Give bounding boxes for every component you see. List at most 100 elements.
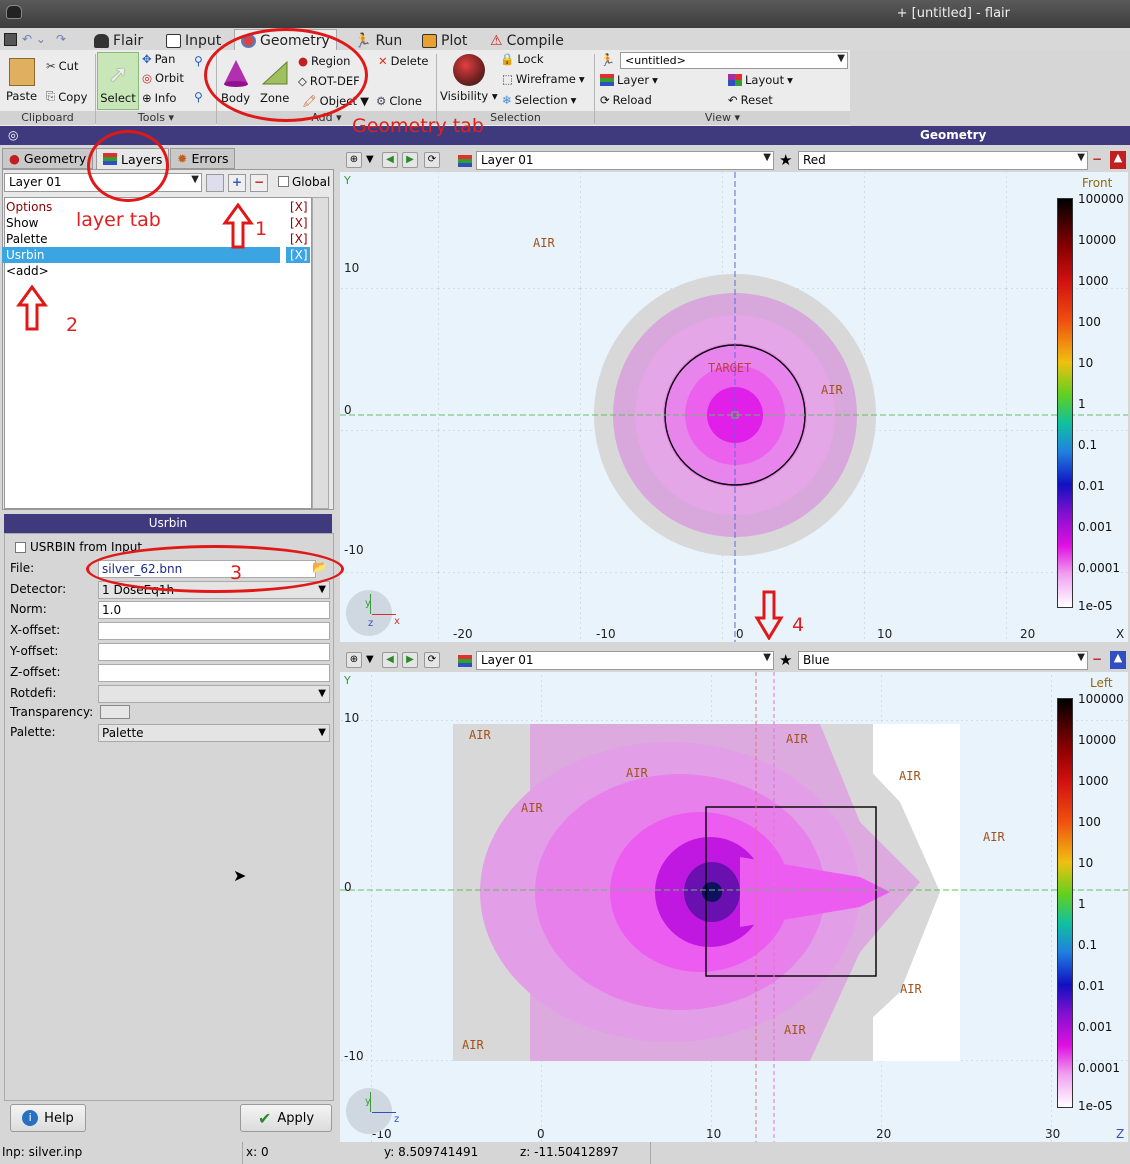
chevron-down-icon[interactable]: ▼	[366, 154, 374, 165]
orbit-icon: ◎	[142, 71, 153, 85]
y-tick: 10	[344, 261, 360, 275]
tab-flair[interactable]: Flair	[88, 29, 149, 50]
layer-flag-usrbin[interactable]: [X]	[286, 247, 310, 263]
z-offset-field[interactable]	[98, 664, 330, 682]
global-checkbox[interactable]	[278, 176, 289, 187]
colorbar-label: 0.001	[1078, 520, 1113, 534]
mouse-cursor-icon: ➤	[233, 866, 247, 885]
view-mode-icon[interactable]: ⊕	[346, 152, 362, 168]
run-icon: 🏃	[354, 32, 372, 49]
selection-button[interactable]: ❄ Selection ▾	[502, 93, 576, 107]
help-button[interactable]: i Help	[10, 1104, 86, 1132]
layer-menu-button[interactable]: Layer ▾	[600, 73, 658, 87]
info-button[interactable]: ⊕ Info	[142, 91, 176, 105]
colorbar-label: 100000	[1078, 692, 1124, 706]
copy-icon: ⎘	[46, 89, 56, 103]
group-tools[interactable]: Tools ▾	[96, 111, 216, 125]
copy-button[interactable]: ⎘ Copy	[46, 89, 87, 104]
zoom-out-icon[interactable]: ⚲	[194, 90, 203, 104]
palette-select[interactable]: Palette ▼	[98, 724, 330, 742]
layer-list-scrollbar[interactable]	[312, 197, 329, 509]
chevron-down-icon: ▼	[318, 688, 326, 699]
air-label: AIR	[626, 766, 648, 780]
tab-run[interactable]: 🏃 Run	[348, 29, 408, 50]
norm-field[interactable]: 1.0	[98, 601, 330, 619]
cut-button[interactable]: ✂ Cut	[46, 59, 78, 73]
forward-icon[interactable]: ▶	[402, 152, 418, 168]
y-offset-field[interactable]	[98, 643, 330, 661]
add-layer-button[interactable]: +	[228, 174, 246, 192]
top-plot-svg	[340, 172, 1128, 642]
refresh-icon[interactable]: ⟳	[424, 652, 440, 668]
star-icon[interactable]: ★	[779, 651, 792, 669]
colorbar-label: 1e-05	[1078, 599, 1113, 613]
rotdefi-select[interactable]: ▼	[98, 685, 330, 703]
layout-menu-button[interactable]: Layout ▾	[728, 73, 793, 87]
save-icon[interactable]	[4, 33, 17, 46]
view-mode-icon[interactable]: ⊕	[346, 652, 362, 668]
delete-button[interactable]: ✕ Delete	[378, 54, 428, 68]
select-button[interactable]: ➚ Select	[97, 52, 139, 110]
layer-item-usrbin[interactable]: Usrbin	[2, 247, 280, 263]
air-label: AIR	[786, 732, 808, 746]
reset-button[interactable]: ↶ Reset	[728, 93, 773, 107]
tab-plot[interactable]: Plot	[416, 29, 473, 50]
annotation-number: 2	[66, 314, 79, 336]
bottom-viewport[interactable]: AIR AIR AIR AIR AIR AIR AIR AIR AIR Y 10…	[340, 672, 1128, 1142]
star-icon[interactable]: ★	[779, 151, 792, 169]
bottom-layer-select[interactable]: Layer 01 ▼	[476, 651, 774, 670]
top-color-select[interactable]: Red ▼	[798, 151, 1088, 170]
apply-button[interactable]: ✔ Apply	[240, 1104, 332, 1132]
layer-user-icon[interactable]	[206, 174, 224, 192]
triangle-up-icon[interactable]: ▲	[1110, 151, 1126, 169]
x-offset-field[interactable]	[98, 622, 330, 640]
colorbar-label: 0.01	[1078, 979, 1105, 993]
air-label: AIR	[983, 830, 1005, 844]
zoom-in-icon[interactable]: ⚲	[194, 54, 203, 68]
norm-label: Norm:	[10, 602, 47, 616]
dock-icon[interactable]: ◎	[8, 128, 18, 142]
undo-icon[interactable]: ↶ ⌄	[22, 32, 46, 46]
paste-button[interactable]: Paste	[6, 58, 37, 103]
tab-input[interactable]: Input	[160, 29, 227, 50]
x-tick: 10	[706, 1127, 722, 1141]
z-offset-label: Z-offset:	[10, 665, 61, 679]
layer-flag-options[interactable]: [X]	[286, 199, 308, 215]
layer-flag-show[interactable]: [X]	[286, 215, 308, 231]
annotation-number: 3	[230, 562, 243, 584]
back-icon[interactable]: ◀	[382, 152, 398, 168]
project-combo[interactable]: <untitled> ▼	[620, 52, 848, 69]
pan-button[interactable]: ✥ Pan	[142, 52, 175, 66]
transparency-slider[interactable]	[100, 705, 130, 719]
tab-left-geometry[interactable]: ● Geometry	[2, 148, 94, 169]
lock-button[interactable]: 🔒 Lock	[500, 52, 544, 66]
clone-icon: ⚙	[376, 94, 387, 108]
tab-left-errors[interactable]: ✹ Errors	[170, 148, 236, 169]
triangle-up-icon[interactable]: ▲	[1110, 651, 1126, 669]
redo-icon[interactable]: ↷	[56, 32, 66, 46]
reload-button[interactable]: ⟳ Reload	[600, 93, 652, 107]
wireframe-button[interactable]: ⬚ Wireframe ▾	[502, 72, 585, 86]
geometry-header-title: Geometry	[920, 128, 987, 142]
tab-compile[interactable]: ⚠ Compile	[484, 29, 570, 50]
top-layer-select[interactable]: Layer 01 ▼	[476, 151, 774, 170]
visibility-button[interactable]: Visibility ▾	[440, 54, 498, 103]
y-offset-label: Y-offset:	[10, 644, 59, 658]
forward-icon[interactable]: ▶	[402, 652, 418, 668]
layer-item-add[interactable]: <add>	[2, 263, 280, 279]
remove-layer-button[interactable]: −	[250, 174, 268, 192]
status-input-file: Inp: silver.inp	[2, 1145, 83, 1159]
group-view[interactable]: View ▾	[595, 111, 850, 125]
minus-icon[interactable]: −	[1092, 652, 1102, 666]
orbit-button[interactable]: ◎ Orbit	[142, 71, 184, 85]
chevron-down-icon[interactable]: ▼	[366, 654, 374, 665]
bottom-color-select[interactable]: Blue ▼	[798, 651, 1088, 670]
usrbin-from-input-checkbox[interactable]	[15, 542, 26, 553]
usrbin-header: Usrbin	[4, 514, 332, 533]
back-icon[interactable]: ◀	[382, 652, 398, 668]
layer-flag-palette[interactable]: [X]	[286, 231, 308, 247]
top-viewport[interactable]: AIR AIR TARGET Y 10 0 -10 -20 -10 0 10 2…	[340, 172, 1128, 642]
minus-icon[interactable]: −	[1092, 152, 1102, 166]
clone-button[interactable]: ⚙ Clone	[376, 94, 422, 108]
refresh-icon[interactable]: ⟳	[424, 152, 440, 168]
